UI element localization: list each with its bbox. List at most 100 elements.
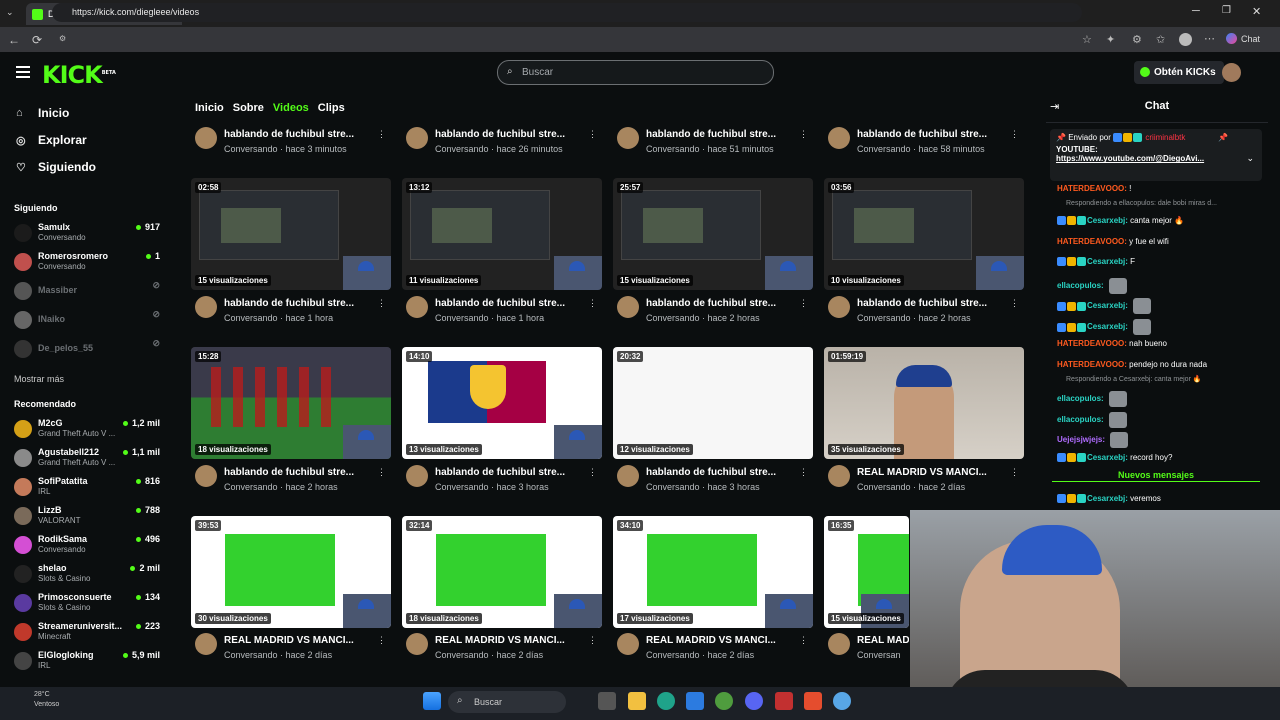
recommended-channel[interactable]: SofiPatatita IRL 816 [14, 475, 164, 501]
chat-message[interactable]: Cesarxebj: veremos [1057, 494, 1161, 504]
chat-message[interactable]: Cesarxebj: record hoy? [1057, 453, 1172, 463]
chat-message[interactable]: ellacopulos: [1057, 412, 1127, 428]
sidebar-nav-explorar[interactable]: ◎ Explorar [16, 133, 87, 147]
chat-message[interactable]: Cesarxebj: [1057, 319, 1152, 335]
pinned-link[interactable]: https://www.youtube.com/@DiegoAvi... [1056, 154, 1256, 163]
video-thumbnail[interactable]: 14:10 13 visualizaciones [402, 347, 602, 459]
channel-avatar[interactable] [406, 296, 428, 318]
recommended-channel[interactable]: RodikSama Conversando 496 [14, 533, 164, 559]
video-title[interactable]: hablando de fuchibul stre... [857, 298, 1017, 309]
video-thumbnail[interactable]: 39:53 30 visualizaciones [191, 516, 391, 628]
chat-username[interactable]: ellacopulos: [1057, 415, 1104, 424]
window-close-button[interactable]: ✕ [1252, 5, 1261, 18]
more-options-icon[interactable]: ⋮ [588, 298, 597, 309]
chat-message[interactable]: Cesarxebj: canta mejor 🔥 [1057, 216, 1184, 226]
recommended-channel[interactable]: Streameruniversit... Minecraft 223 [14, 620, 164, 646]
chat-reply-context[interactable]: Respondiendo a ellacopulos: dale bobi mi… [1066, 200, 1217, 207]
video-thumbnail[interactable]: 34:10 17 visualizaciones [613, 516, 813, 628]
following-channel[interactable]: INaiko ⊘ [14, 308, 164, 334]
pinned-message[interactable]: 📌 Enviado por criiminalbtk YOUTUBE: http… [1050, 129, 1262, 181]
following-channel[interactable]: Massiber ⊘ [14, 279, 164, 305]
video-thumbnail[interactable]: 03:56 10 visualizaciones [824, 178, 1024, 290]
chat-username[interactable]: HATERDEAVOOO: [1057, 184, 1127, 193]
chat-message[interactable]: Cesarxebj: F [1057, 257, 1135, 267]
url-field[interactable]: https://kick.com/diegleee/videos [52, 3, 1082, 22]
copilot-chat-button[interactable]: Chat [1226, 33, 1260, 44]
task-view-icon[interactable] [598, 692, 616, 710]
channel-avatar[interactable] [617, 127, 639, 149]
store-icon[interactable] [686, 692, 704, 710]
more-options-icon[interactable]: ⋮ [1010, 298, 1019, 309]
extensions-icon[interactable]: ✦ [1106, 33, 1115, 46]
following-channel[interactable]: De_pelos_55 ⊘ [14, 337, 164, 363]
back-icon[interactable]: ← [8, 33, 20, 47]
sidebar-nav-siguiendo[interactable]: ♡ Siguiendo [16, 160, 96, 174]
video-thumbnail[interactable]: 32:14 18 visualizaciones [402, 516, 602, 628]
chat-username[interactable]: HATERDEAVOOO: [1057, 237, 1127, 246]
show-more-link[interactable]: Mostrar más [14, 374, 64, 384]
video-thumbnail[interactable]: 25:57 15 visualizaciones [613, 178, 813, 290]
recommended-channel[interactable]: Agustabell212 Grand Theft Auto V ... 1,1… [14, 446, 164, 472]
chat-username[interactable]: Cesarxebj: [1087, 216, 1128, 225]
sidebar-nav-inicio[interactable]: ⌂ Inicio [16, 106, 69, 120]
taskbar-search[interactable]: ⌕ Buscar [448, 691, 566, 713]
new-messages-divider[interactable]: Nuevos mensajes [1052, 470, 1260, 482]
video-thumbnail[interactable]: 16:35 15 visualizaciones [824, 516, 909, 628]
file-explorer-icon[interactable] [628, 692, 646, 710]
chat-message[interactable]: HATERDEAVOOO: nah bueno [1057, 339, 1167, 348]
recommended-channel[interactable]: LizzB VALORANT 788 [14, 504, 164, 530]
video-title[interactable]: hablando de fuchibul stre... [224, 467, 384, 478]
tab-inicio[interactable]: Inicio [195, 102, 224, 114]
tab-videos[interactable]: Videos [273, 102, 309, 114]
recommended-channel[interactable]: shelao Slots & Casino 2 mil [14, 562, 164, 588]
more-options-icon[interactable]: ⋮ [377, 467, 386, 478]
video-thumbnail[interactable]: 13:12 11 visualizaciones [402, 178, 602, 290]
chat-message[interactable]: HATERDEAVOOO: y fue el wifi [1057, 237, 1169, 246]
more-options-icon[interactable]: ⋮ [799, 467, 808, 478]
recommended-channel[interactable]: ElGlogloking IRL 5,9 mil [14, 649, 164, 675]
chat-message[interactable]: Cesarxebj: [1057, 298, 1152, 314]
reload-icon[interactable]: ⟳ [32, 33, 42, 47]
more-options-icon[interactable]: ⋮ [588, 129, 597, 140]
channel-avatar[interactable] [617, 465, 639, 487]
settings-gear-icon[interactable]: ⚙ [1132, 33, 1142, 46]
video-title[interactable]: REAL MADRID VS MANCI... [646, 635, 806, 646]
app-icon-2[interactable] [833, 692, 851, 710]
channel-avatar[interactable] [617, 633, 639, 655]
weather-widget[interactable]: 28°C Ventoso [34, 690, 59, 710]
channel-avatar[interactable] [828, 127, 850, 149]
channel-avatar[interactable] [828, 465, 850, 487]
obs-icon[interactable] [804, 692, 822, 710]
chat-username[interactable]: ellacopulos: [1057, 394, 1104, 403]
video-title[interactable]: hablando de fuchibul stre... [646, 298, 806, 309]
channel-avatar[interactable] [828, 296, 850, 318]
tab-clips[interactable]: Clips [318, 102, 345, 114]
video-title[interactable]: REAL MAD [857, 635, 909, 646]
channel-avatar[interactable] [406, 465, 428, 487]
chat-message[interactable]: Uejejsjwjejs: [1057, 432, 1129, 448]
video-thumbnail[interactable]: 02:58 15 visualizaciones [191, 178, 391, 290]
chat-username[interactable]: Cesarxebj: [1087, 301, 1128, 310]
more-options-icon[interactable]: ⋮ [799, 129, 808, 140]
video-thumbnail[interactable]: 20:32 12 visualizaciones [613, 347, 813, 459]
window-maximize-button[interactable]: ❐ [1222, 5, 1231, 16]
channel-avatar[interactable] [617, 296, 639, 318]
unpin-icon[interactable]: 📌 [1218, 133, 1228, 142]
tab-sobre[interactable]: Sobre [233, 102, 264, 114]
video-thumbnail[interactable]: 01:59:19 35 visualizaciones [824, 347, 1024, 459]
video-title[interactable]: REAL MADRID VS MANCI... [435, 635, 595, 646]
search-input[interactable]: ⌕ Buscar [497, 60, 774, 85]
channel-avatar[interactable] [406, 127, 428, 149]
more-options-icon[interactable]: ⋮ [799, 298, 808, 309]
video-title[interactable]: hablando de fuchibul stre... [435, 129, 595, 140]
channel-avatar[interactable] [828, 633, 850, 655]
video-title[interactable]: hablando de fuchibul stre... [435, 298, 595, 309]
chat-message[interactable]: ellacopulos: [1057, 391, 1127, 407]
chat-username[interactable]: Cesarxebj: [1087, 257, 1128, 266]
get-kicks-button[interactable]: Obtén KICKs [1134, 61, 1224, 84]
video-title[interactable]: hablando de fuchibul stre... [646, 129, 806, 140]
window-minimize-button[interactable]: ─ [1192, 5, 1200, 17]
chat-message[interactable]: HATERDEAVOOO: pendejo no dura nada [1057, 360, 1207, 369]
video-title[interactable]: hablando de fuchibul stre... [224, 298, 384, 309]
recommended-channel[interactable]: M2cG Grand Theft Auto V ... 1,2 mil [14, 417, 164, 443]
